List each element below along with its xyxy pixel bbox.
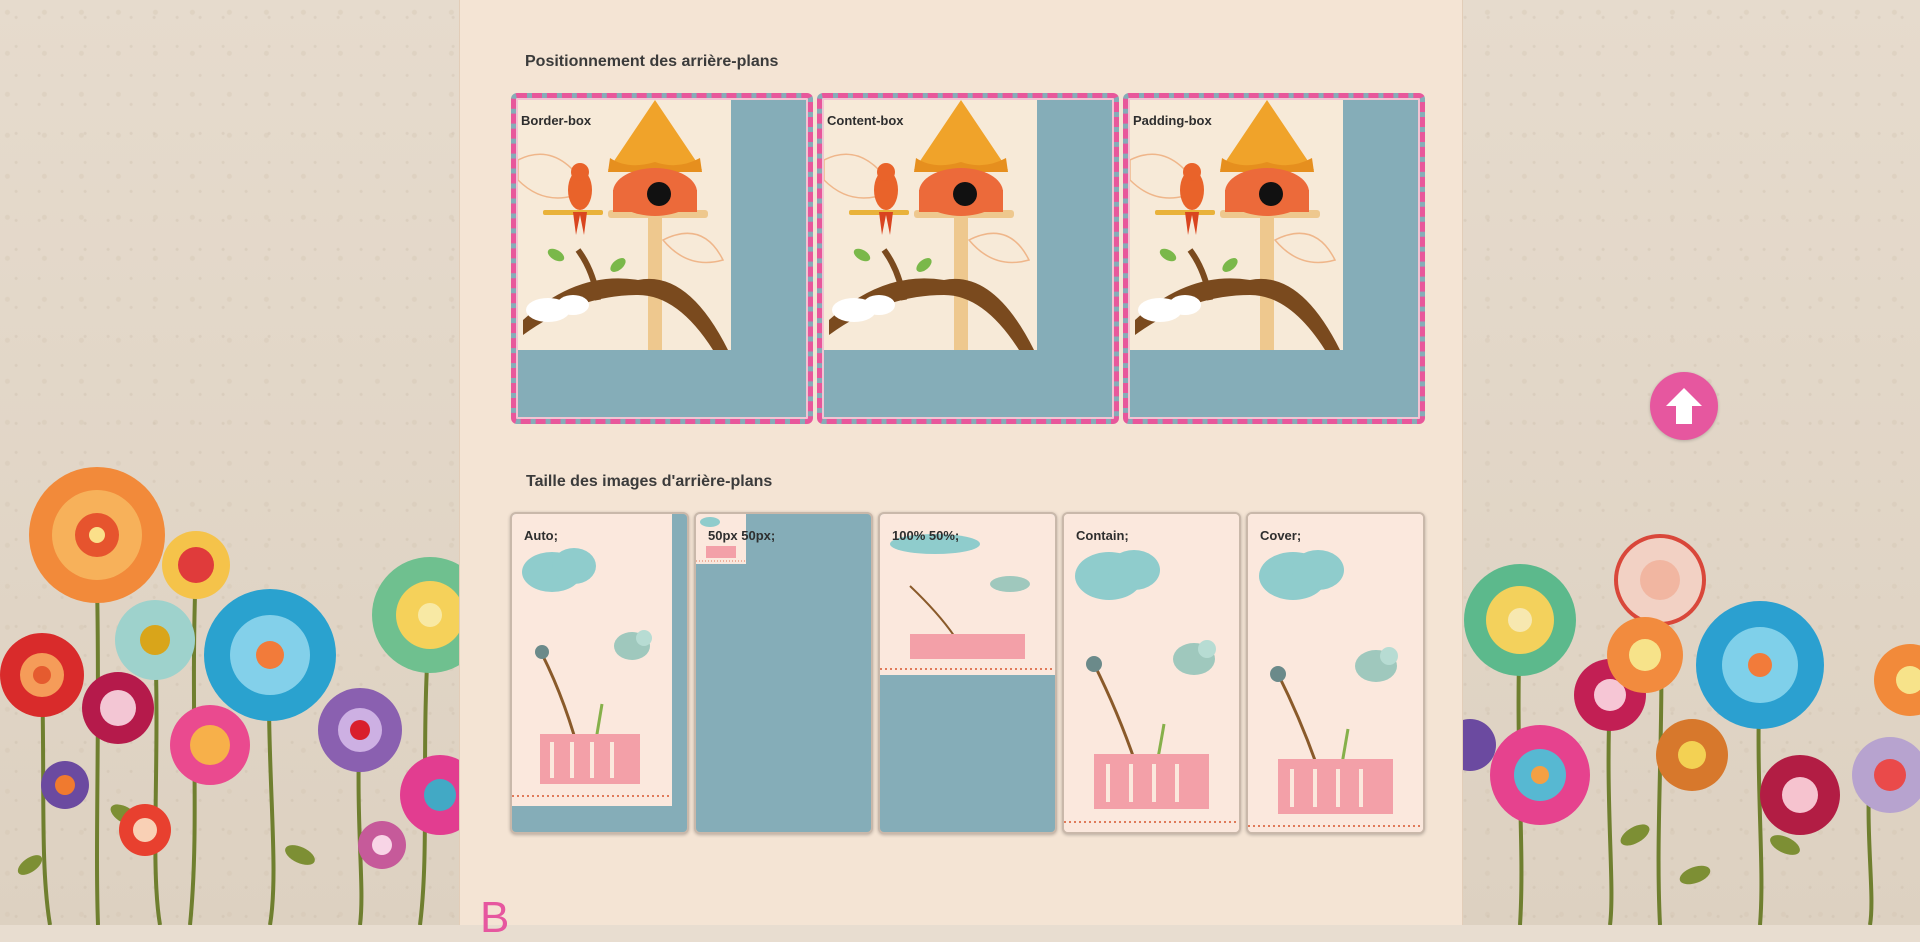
size-auto-example: Auto;	[510, 512, 689, 834]
size-contain-label: Contain;	[1076, 528, 1129, 543]
garden-bird-image	[512, 514, 672, 806]
decorative-flowers-right	[1460, 534, 1920, 925]
size-50px-label: 50px 50px;	[708, 528, 776, 543]
main-content-panel: Positionnement des arrière-plans Border-…	[459, 0, 1463, 940]
birdhouse-image	[824, 100, 1037, 350]
decorative-flowers-left	[0, 467, 460, 925]
size-percent-label: 100% 50%;	[892, 528, 960, 543]
size-contain-example: Contain;	[1062, 512, 1241, 834]
size-cover-example: Cover;	[1246, 512, 1425, 834]
content-box-label: Content-box	[827, 113, 904, 128]
padding-box-example: Padding-box	[1123, 93, 1425, 424]
scroll-to-top-button[interactable]	[1650, 372, 1718, 440]
birdhouse-image	[1130, 100, 1343, 350]
arrow-up-icon	[1666, 388, 1702, 424]
padding-box-label: Padding-box	[1133, 113, 1212, 128]
border-box-label: Border-box	[521, 113, 592, 128]
section-title-positioning: Positionnement des arrière-plans	[525, 53, 779, 70]
garden-bird-image	[1064, 514, 1239, 832]
garden-bird-image	[1248, 514, 1423, 832]
next-section-heading: B	[480, 893, 510, 942]
section-title-sizing: Taille des images d'arrière-plans	[526, 473, 773, 490]
size-cover-label: Cover;	[1260, 528, 1302, 543]
size-50px-example: 50px 50px;	[694, 512, 873, 834]
content-box-example: Content-box	[817, 93, 1119, 424]
border-box-example: Border-box	[511, 93, 813, 424]
size-auto-label: Auto;	[524, 528, 558, 543]
birdhouse-image	[518, 100, 731, 350]
size-percent-example: 100% 50%;	[878, 512, 1057, 834]
